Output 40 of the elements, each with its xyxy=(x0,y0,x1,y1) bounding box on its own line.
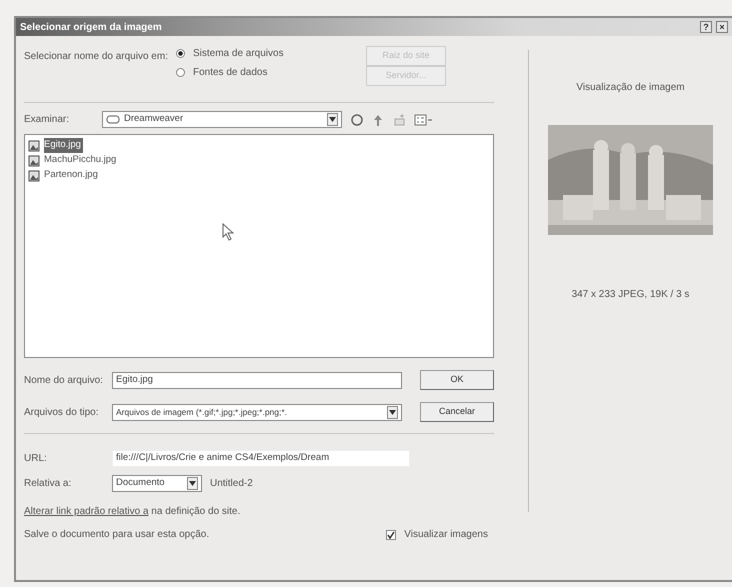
radio-label: Fontes de dados xyxy=(192,66,268,80)
image-file-icon xyxy=(28,140,40,152)
file-type-label: Arquivos do tipo: xyxy=(24,406,100,420)
image-info: 347 x 233 JPEG, 19K / 3 s xyxy=(572,288,690,302)
url-label: URL: xyxy=(24,452,48,466)
site-definition-note: Alterar link padrão relativo a na definição do site. xyxy=(24,506,240,517)
file-item[interactable]: Partenon.jpg xyxy=(44,168,100,183)
relative-to-label: Relativa a: xyxy=(24,477,72,491)
caret-icon xyxy=(329,117,336,122)
up-folder-icon[interactable] xyxy=(372,112,384,126)
look-in-dropdown[interactable]: Dreamweaver xyxy=(102,111,342,128)
file-item[interactable]: Egito.jpg xyxy=(44,138,83,153)
save-note: Salve o documento para usar esta opção. xyxy=(24,528,210,542)
image-file-icon xyxy=(28,170,40,182)
look-in-label: Examinar: xyxy=(24,113,70,127)
help-button[interactable]: ? xyxy=(700,21,712,33)
window-title: Selecionar origem da imagem xyxy=(20,20,162,34)
image-file-icon xyxy=(28,154,40,166)
radio-button[interactable] xyxy=(176,68,185,77)
file-type-dropdown[interactable]: Arquivos de imagem (*.gif;*.jpg;*.jpeg;*.png;*. xyxy=(112,404,402,420)
cancel-button[interactable]: Cancelar xyxy=(420,402,494,422)
caret-icon xyxy=(389,410,396,414)
ok-button[interactable]: OK xyxy=(420,370,494,390)
radio-label: Sistema de arquivos xyxy=(192,47,284,61)
caret-icon xyxy=(189,481,196,486)
preview-title: Visualização de imagem xyxy=(576,81,685,95)
site-definition-link[interactable]: Alterar link padrão relativo a xyxy=(24,506,149,517)
file-name-label: Nome do arquivo: xyxy=(24,374,104,388)
view-menu-icon[interactable] xyxy=(414,112,434,126)
preview-images-label: Visualizar imagens xyxy=(404,528,488,542)
file-name-field[interactable]: Egito.jpg xyxy=(112,372,402,388)
preview-checkbox[interactable] xyxy=(386,530,396,540)
file-item[interactable]: MachuPicchu.jpg xyxy=(44,153,118,168)
radio-button[interactable] xyxy=(176,49,185,58)
source-label: Selecionar nome do arquivo em: xyxy=(24,50,168,64)
mouse-cursor-icon xyxy=(222,223,234,241)
close-button[interactable]: × xyxy=(716,21,728,33)
document-name: Untitled-2 xyxy=(210,477,253,491)
url-field[interactable]: file:///C|/Livros/Crie e anime CS4/Exemplos/Dream xyxy=(112,450,410,467)
relative-to-dropdown[interactable]: Documento xyxy=(112,475,202,492)
